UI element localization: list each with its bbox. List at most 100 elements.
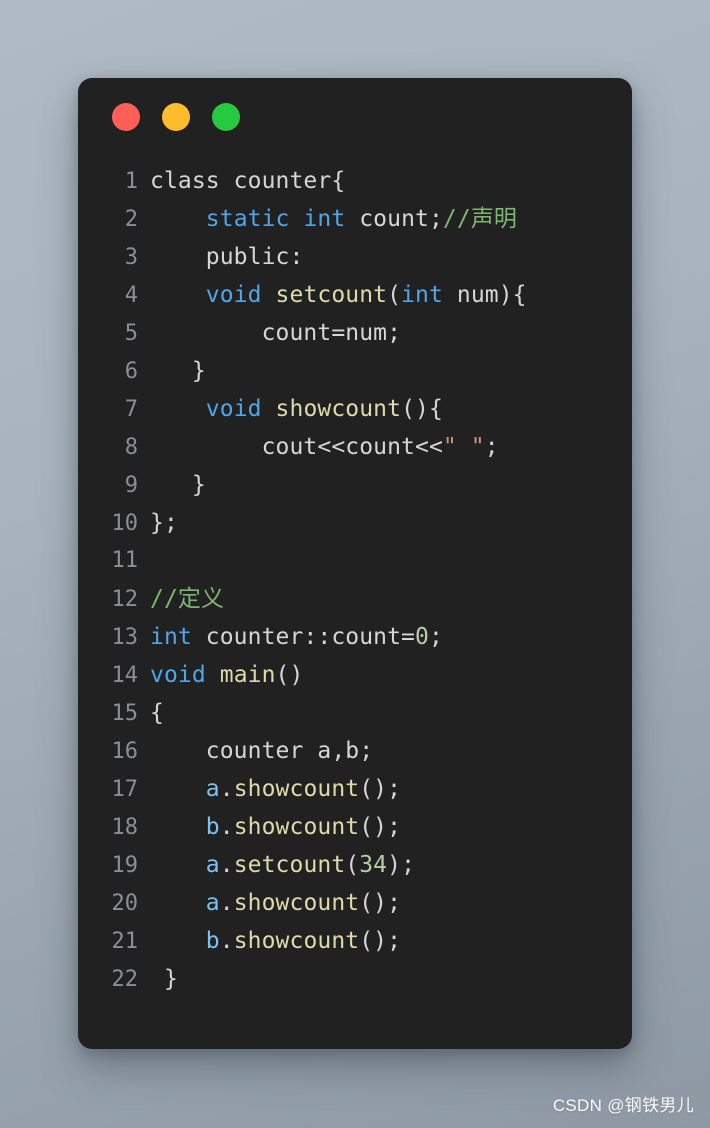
code-line[interactable]: 2 static int count;//声明	[78, 200, 632, 238]
code-token-keyword: int	[150, 624, 192, 650]
code-token-variable: a	[205, 852, 220, 878]
line-number: 13	[111, 625, 139, 650]
line-number: 15	[111, 701, 139, 726]
code-line[interactable]: 19 a.setcount(34);	[78, 846, 632, 884]
code-text: a.showcount();	[150, 884, 401, 922]
code-line[interactable]: 3 public:	[78, 238, 632, 276]
maximize-button-icon[interactable]	[212, 103, 240, 131]
code-token-function: showcount	[233, 776, 360, 802]
code-token-keyword: int	[303, 206, 346, 232]
line-number: 16	[111, 739, 139, 764]
code-text: //定义	[150, 580, 224, 618]
code-text: class counter{	[150, 162, 345, 200]
code-token-plain: num){	[442, 282, 527, 308]
code-token-plain: .	[219, 890, 234, 916]
code-token-function: showcount	[275, 396, 402, 422]
code-text: count=num;	[150, 314, 401, 352]
code-window: 1 class counter{2 static int count;//声明 3 …	[78, 78, 632, 1049]
code-token-plain: (	[345, 852, 360, 878]
code-token-plain: count;	[345, 206, 443, 232]
code-token-function: showcount	[233, 928, 360, 954]
line-number: 20	[111, 891, 139, 916]
code-token-plain: count=num;	[150, 320, 402, 346]
code-token-function: showcount	[233, 890, 360, 916]
code-token-plain: .	[219, 776, 234, 802]
code-line[interactable]: 15 {	[78, 694, 632, 732]
code-token-plain: }	[150, 966, 178, 992]
code-line[interactable]: 5 count=num;	[78, 314, 632, 352]
code-token-keyword: void	[150, 662, 206, 688]
code-line[interactable]: 9 }	[78, 466, 632, 504]
code-token-plain: ();	[359, 776, 402, 802]
window-titlebar	[78, 78, 632, 156]
code-token-number: 34	[359, 852, 388, 878]
code-token-plain: ()	[275, 662, 304, 688]
code-token-plain: ();	[359, 814, 402, 840]
code-line[interactable]: 20 a.showcount();	[78, 884, 632, 922]
code-line[interactable]: 12 //定义	[78, 580, 632, 618]
code-text: void showcount(){	[150, 390, 443, 428]
line-number: 1	[124, 169, 138, 194]
line-number: 5	[124, 321, 138, 346]
code-token-plain: ;	[484, 434, 499, 460]
line-number: 21	[111, 929, 139, 954]
code-token-variable: b	[205, 814, 220, 840]
code-line[interactable]: 18 b.showcount();	[78, 808, 632, 846]
code-editor[interactable]: 1 class counter{2 static int count;//声明 3 …	[78, 156, 632, 1049]
line-number: 11	[111, 548, 139, 573]
code-token-plain: }	[150, 472, 206, 498]
code-line[interactable]: 17 a.showcount();	[78, 770, 632, 808]
code-token-plain: counter a,b;	[150, 738, 374, 764]
code-line[interactable]: 16 counter a,b;	[78, 732, 632, 770]
line-number: 3	[124, 245, 138, 270]
code-text: public:	[150, 238, 304, 276]
code-line[interactable]: 8 cout<<count<<" ";	[78, 428, 632, 466]
code-line[interactable]: 10};	[78, 504, 632, 542]
code-line[interactable]: 11	[78, 542, 632, 580]
code-line[interactable]: 4 void setcount(int num){	[78, 276, 632, 314]
code-text: b.showcount();	[150, 922, 401, 960]
code-text: void setcount(int num){	[150, 276, 527, 314]
line-number: 17	[111, 777, 139, 802]
line-number: 2	[124, 207, 138, 232]
code-token-plain: (){	[401, 396, 443, 422]
code-token-plain: ();	[359, 890, 402, 916]
code-line[interactable]: 7 void showcount(){	[78, 390, 632, 428]
code-text: {	[150, 694, 164, 732]
code-token-keyword: int	[401, 282, 443, 308]
code-line[interactable]: 13 int counter::count=0;	[78, 618, 632, 656]
code-text: }	[150, 352, 206, 390]
code-token-function: main	[219, 662, 276, 688]
code-line[interactable]: 14 void main()	[78, 656, 632, 694]
code-line[interactable]: 1 class counter{	[78, 162, 632, 200]
code-token-plain: };	[150, 510, 178, 536]
code-text: void main()	[150, 656, 303, 694]
code-line[interactable]: 21 b.showcount();	[78, 922, 632, 960]
code-token-keyword: void	[205, 282, 262, 308]
code-token-plain: {	[150, 700, 164, 726]
code-line[interactable]: 6 }	[78, 352, 632, 390]
line-number: 4	[124, 283, 138, 308]
code-token-plain: public:	[150, 244, 304, 270]
minimize-button-icon[interactable]	[162, 103, 190, 131]
code-token-function: setcount	[275, 282, 388, 308]
code-text: }	[150, 466, 206, 504]
close-button-icon[interactable]	[112, 103, 140, 131]
code-text: b.showcount();	[150, 808, 401, 846]
code-token-plain: ();	[359, 928, 402, 954]
code-text: }	[150, 960, 178, 998]
code-line[interactable]: 22 }	[78, 960, 632, 998]
code-token-plain: .	[219, 928, 234, 954]
code-text: static int count;//声明	[150, 200, 517, 238]
code-token-function: setcount	[233, 852, 346, 878]
